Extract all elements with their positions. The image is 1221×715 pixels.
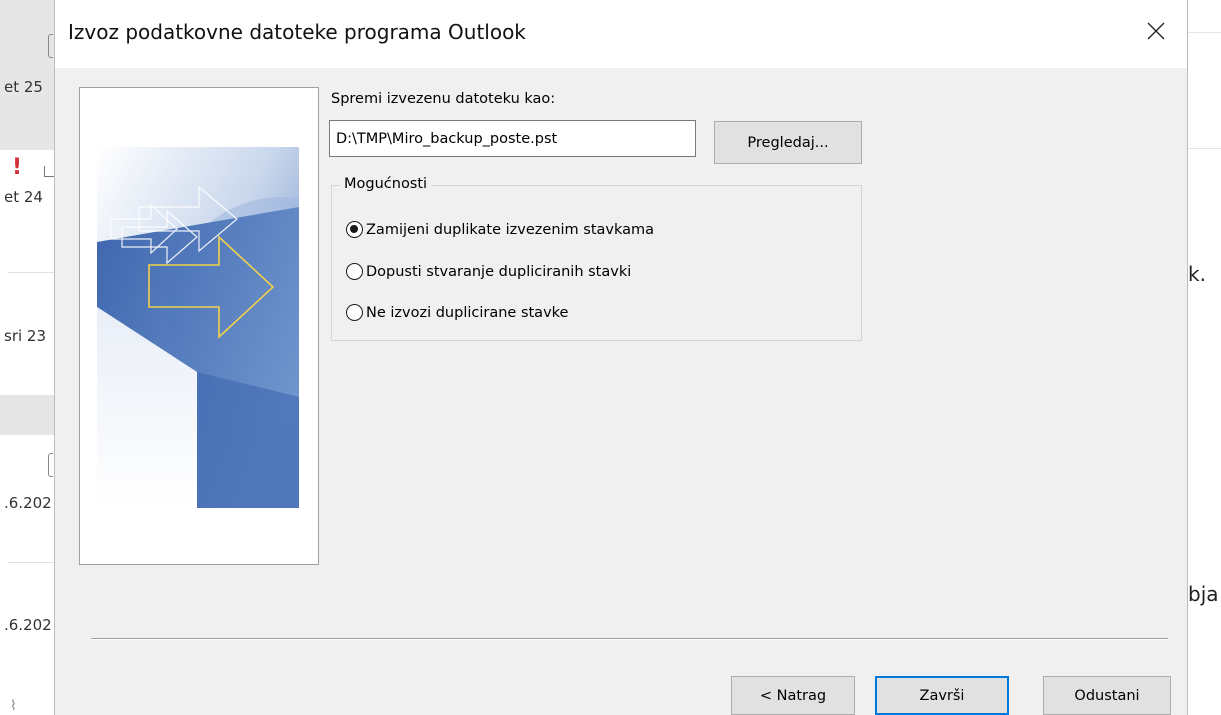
- radio-no-export-duplicates[interactable]: Ne izvozi duplicirane stavke: [346, 304, 568, 321]
- footer-divider-highlight: [91, 639, 1168, 640]
- list-group-header[interactable]: [0, 395, 54, 435]
- close-icon: [1147, 22, 1165, 40]
- close-button[interactable]: [1139, 14, 1173, 48]
- radio-button[interactable]: [346, 304, 363, 321]
- radio-replace-duplicates[interactable]: Zamijeni duplikate izvezenim stavkama: [346, 221, 654, 238]
- cancel-button[interactable]: Odustani: [1043, 676, 1171, 715]
- reading-divider: [1188, 148, 1221, 149]
- radio-allow-duplicates[interactable]: Dopusti stvaranje dupliciranih stavki: [346, 263, 631, 280]
- list-separator: [8, 562, 54, 563]
- list-item-date: .6.202: [4, 616, 52, 634]
- list-item-date: et 24: [4, 188, 43, 206]
- background-icon-fragment: [48, 34, 53, 58]
- envelope-icon: [44, 166, 54, 177]
- finish-button[interactable]: Završi: [875, 676, 1009, 715]
- export-dialog: Izvoz podatkovne datoteke programa Outlo…: [54, 0, 1188, 715]
- background-message-list: et 25 ! et 24 sri 23 .6.202 .6.202 ⌇: [0, 0, 54, 715]
- file-path-input[interactable]: [329, 120, 696, 157]
- list-item-selected[interactable]: [0, 0, 54, 150]
- radio-button-checked[interactable]: [346, 221, 363, 238]
- dialog-titlebar: Izvoz podatkovne datoteke programa Outlo…: [55, 0, 1187, 68]
- dialog-title: Izvoz podatkovne datoteke programa Outlo…: [68, 20, 526, 44]
- exclamation-icon: !: [12, 155, 23, 180]
- reading-divider: [1188, 32, 1221, 33]
- radio-label: Ne izvozi duplicirane stavke: [366, 304, 569, 321]
- options-groupbox: Mogućnosti Zamijeni duplikate izvezenim …: [331, 176, 862, 341]
- list-item-date: .6.202: [4, 494, 52, 512]
- background-icon-fragment: [48, 453, 53, 477]
- background-reading-pane: k. bja: [1188, 0, 1221, 715]
- list-item-date: et 25: [4, 78, 43, 96]
- radio-label: Zamijeni duplikate izvezenim stavkama: [366, 221, 655, 238]
- wizard-illustration-frame: [79, 87, 319, 565]
- back-button[interactable]: < Natrag: [731, 676, 855, 715]
- export-arrows-illustration: [97, 147, 299, 508]
- save-as-label: Spremi izvezenu datoteku kao:: [331, 91, 556, 107]
- browse-button[interactable]: Pregledaj...: [714, 121, 862, 164]
- list-separator: [8, 272, 54, 273]
- radio-label: Dopusti stvaranje dupliciranih stavki: [366, 263, 632, 280]
- reading-text-fragment: k.: [1188, 262, 1206, 286]
- reading-text-fragment: bja: [1188, 582, 1219, 606]
- attachment-icon: ⌇: [10, 698, 17, 714]
- options-legend: Mogućnosti: [340, 176, 432, 192]
- radio-button[interactable]: [346, 263, 363, 280]
- list-item-date: sri 23: [4, 327, 47, 345]
